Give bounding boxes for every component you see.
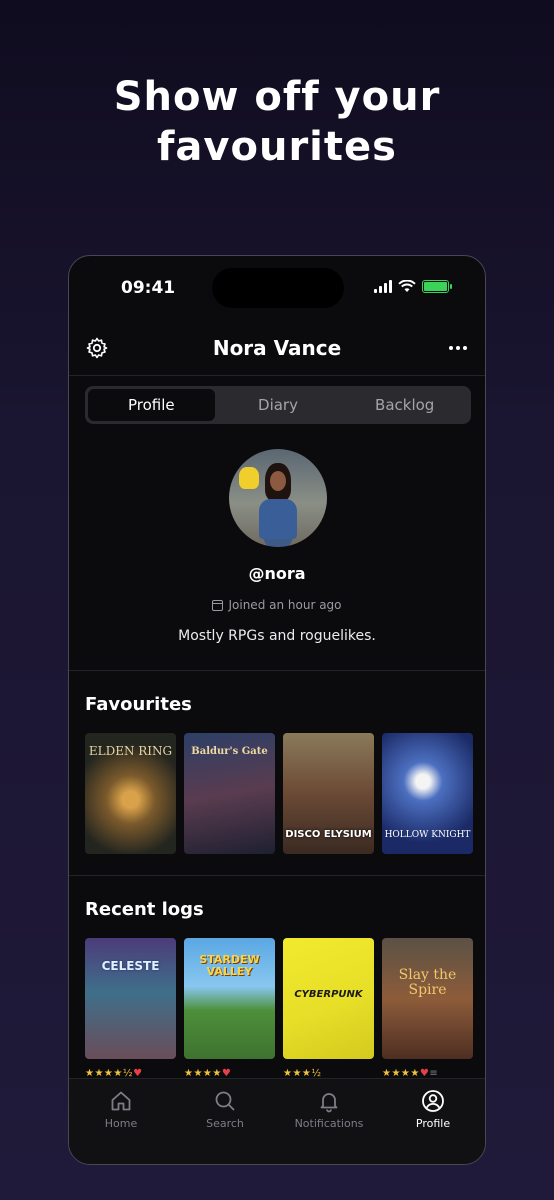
search-icon xyxy=(215,1091,235,1111)
more-options-icon[interactable] xyxy=(449,346,467,350)
status-time: 09:41 xyxy=(121,278,176,298)
cover-title: CELESTE xyxy=(101,959,160,973)
profile-name: Nora Vance xyxy=(212,336,342,360)
bottom-tab-bar: Home Search Notifications Profile xyxy=(69,1078,485,1164)
joined-text: Joined an hour ago xyxy=(228,598,342,612)
dynamic-island xyxy=(212,268,344,308)
status-bar: 09:41 xyxy=(69,256,485,320)
recent-game-cover[interactable]: Slay the Spire xyxy=(382,938,473,1059)
headline: Show off your favourites xyxy=(0,72,554,172)
favourite-game-cover[interactable]: ELDEN RING xyxy=(85,733,176,854)
calendar-icon xyxy=(212,599,224,611)
cover-title: Slay the Spire xyxy=(398,967,457,998)
divider xyxy=(69,670,485,671)
cover-title: DISCO ELYSIUM xyxy=(285,828,372,840)
signal-icon xyxy=(374,280,392,293)
cover-title: Baldur's Gate xyxy=(191,746,268,757)
joined-date: Joined an hour ago xyxy=(69,598,485,612)
favourites-list: ELDEN RING Baldur's Gate DISCO ELYSIUM H… xyxy=(85,733,473,854)
headline-line-1: Show off your xyxy=(113,74,441,120)
cover-title: ELDEN RING xyxy=(88,744,173,758)
favourites-title: Favourites xyxy=(85,694,192,715)
favourite-game-cover[interactable]: Baldur's Gate xyxy=(184,733,275,854)
tabbar-notifications[interactable]: Notifications xyxy=(277,1079,381,1164)
tab-backlog[interactable]: Backlog xyxy=(341,389,468,421)
phone-frame: 09:41 Nora Vance Profile Diary Backlog @… xyxy=(68,255,486,1165)
tabbar-label: Profile xyxy=(415,1117,451,1130)
recent-logs-title: Recent logs xyxy=(85,899,204,920)
cover-title: CYBERPUNK xyxy=(294,989,363,1000)
recent-logs-list: CELESTE STARDEW VALLEY CYBERPUNK Slay th… xyxy=(85,938,473,1059)
tabbar-home[interactable]: Home xyxy=(69,1079,173,1164)
tab-profile[interactable]: Profile xyxy=(88,389,215,421)
headline-line-2: favourites xyxy=(157,124,397,170)
battery-icon xyxy=(422,280,452,293)
tab-diary[interactable]: Diary xyxy=(215,389,342,421)
home-icon xyxy=(111,1091,131,1111)
avatar xyxy=(229,449,327,547)
profile-bio: Mostly RPGs and roguelikes. xyxy=(178,628,376,644)
divider xyxy=(69,875,485,876)
tabbar-label: Home xyxy=(104,1117,138,1130)
bell-icon xyxy=(320,1093,338,1113)
cover-title: STARDEW VALLEY xyxy=(199,953,260,978)
cover-title: HOLLOW KNIGHT xyxy=(384,829,471,840)
profile-tabs: Profile Diary Backlog xyxy=(85,386,471,424)
tabbar-label: Notifications xyxy=(294,1117,364,1130)
tabbar-search[interactable]: Search xyxy=(173,1079,277,1164)
recent-game-cover[interactable]: CELESTE xyxy=(85,938,176,1059)
profile-icon xyxy=(422,1090,444,1112)
recent-game-cover[interactable]: STARDEW VALLEY xyxy=(184,938,275,1059)
tabbar-label: Search xyxy=(206,1117,244,1130)
wifi-icon xyxy=(398,280,416,292)
top-bar: Nora Vance xyxy=(69,328,485,376)
tabbar-profile[interactable]: Profile xyxy=(381,1079,485,1164)
favourite-game-cover[interactable]: HOLLOW KNIGHT xyxy=(382,733,473,854)
profile-handle: @nora xyxy=(248,564,306,583)
favourite-game-cover[interactable]: DISCO ELYSIUM xyxy=(283,733,374,854)
status-icons xyxy=(374,280,452,293)
recent-game-cover[interactable]: CYBERPUNK xyxy=(283,938,374,1059)
